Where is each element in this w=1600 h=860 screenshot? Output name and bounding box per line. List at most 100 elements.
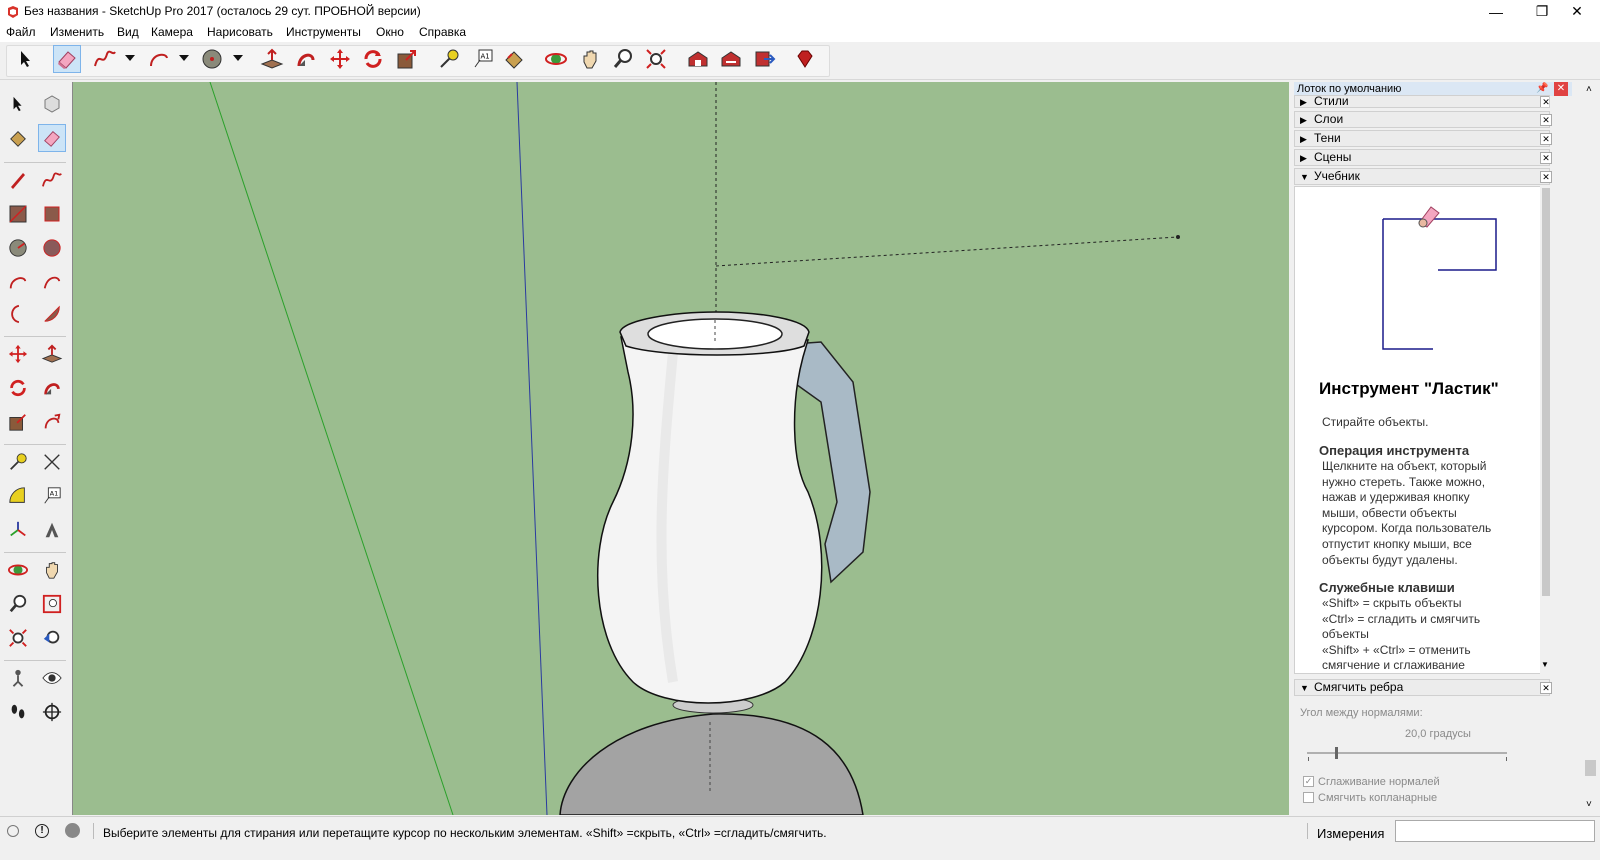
polygon-tool-button[interactable] [38, 234, 66, 262]
scroll-track[interactable] [1584, 98, 1597, 738]
orbit-tool-button[interactable] [542, 45, 570, 73]
look-around-button[interactable] [38, 664, 66, 692]
panel-styles[interactable]: ▶ Стили ✕ [1294, 95, 1550, 108]
zoom-tool-button[interactable] [4, 590, 32, 618]
rotated-rectangle-tool-button[interactable] [38, 200, 66, 228]
panel-scenes[interactable]: ▶ Сцены ✕ [1294, 149, 1552, 166]
model-viewport[interactable] [72, 82, 1289, 815]
move-tool-button[interactable] [4, 340, 32, 368]
warehouse-button[interactable] [684, 45, 712, 73]
position-camera-button[interactable] [4, 664, 32, 692]
section-plane-button[interactable] [38, 698, 66, 726]
pan-tool-button[interactable] [576, 45, 604, 73]
paint-bucket-tool-button[interactable] [4, 124, 32, 152]
zoom-extents-tool-button[interactable] [642, 45, 670, 73]
ruby-console-button[interactable] [791, 45, 819, 73]
dimension-tool-button[interactable] [38, 448, 66, 476]
user-icon[interactable] [65, 823, 80, 838]
close-icon[interactable]: ✕ [1540, 133, 1552, 145]
follow-me-tool-button[interactable] [292, 45, 320, 73]
close-icon[interactable]: ✕ [1540, 171, 1552, 183]
follow-me-tool-button[interactable] [38, 374, 66, 402]
panel-soften-edges[interactable]: ▼ Смягчить ребра ✕ [1294, 679, 1552, 696]
scale-tool-button[interactable] [4, 408, 32, 436]
paint-bucket-tool-button[interactable] [500, 45, 528, 73]
tray-scrollbar[interactable]: ˄ ˅ [1581, 82, 1600, 815]
two-point-arc-tool-button[interactable] [38, 268, 66, 296]
chevron-up-icon[interactable]: ˄ [1586, 84, 1592, 95]
arc-tool-button[interactable] [4, 268, 32, 296]
geo-location-icon[interactable] [7, 825, 19, 837]
tape-measure-tool-button[interactable] [435, 45, 463, 73]
measurements-input[interactable] [1395, 820, 1595, 842]
rotate-tool-button[interactable] [359, 45, 387, 73]
menu-view[interactable]: Вид [117, 25, 139, 39]
menu-file[interactable]: Файл [6, 25, 36, 39]
chevron-down-icon[interactable]: ▼ [1541, 660, 1549, 669]
select-tool-button[interactable] [12, 45, 40, 73]
zoom-window-tool-button[interactable] [38, 590, 66, 618]
menu-camera[interactable]: Камера [151, 25, 193, 39]
menu-edit[interactable]: Изменить [50, 25, 104, 39]
previous-view-button[interactable] [38, 624, 66, 652]
minimize-button[interactable]: — [1473, 0, 1519, 23]
close-button[interactable]: ✕ [1554, 0, 1600, 23]
orbit-tool-button[interactable] [4, 556, 32, 584]
angle-slider-thumb[interactable] [1335, 747, 1338, 759]
scale-tool-button[interactable] [393, 45, 421, 73]
panel-instructor[interactable]: ▼ Учебник ✕ [1294, 168, 1552, 185]
make-component-button[interactable] [38, 90, 66, 118]
smooth-normals-checkbox[interactable]: ✓ [1303, 776, 1314, 787]
pie-tool-button[interactable] [38, 300, 66, 328]
panel-layers[interactable]: ▶ Слои ✕ [1294, 111, 1552, 128]
eraser-tool-button[interactable] [38, 124, 66, 152]
scene-canvas[interactable] [73, 82, 1289, 815]
freehand-tool-button[interactable] [91, 45, 119, 73]
close-icon[interactable]: ✕ [1540, 114, 1552, 126]
scrollbar-thumb[interactable] [1585, 760, 1596, 776]
instructor-scrollbar[interactable]: ▼ [1540, 186, 1552, 674]
three-point-arc-tool-button[interactable] [4, 300, 32, 328]
arc-tool-button[interactable] [145, 45, 173, 73]
chevron-down-icon[interactable]: ˅ [1586, 799, 1592, 810]
pin-icon[interactable]: 📌 [1536, 83, 1548, 94]
walk-button[interactable] [4, 698, 32, 726]
menu-window[interactable]: Окно [376, 25, 404, 39]
select-tool-button[interactable] [4, 90, 32, 118]
close-icon[interactable]: ✕ [1540, 682, 1552, 694]
move-tool-button[interactable] [326, 45, 354, 73]
share-model-button[interactable] [751, 45, 779, 73]
3d-text-tool-button[interactable] [38, 516, 66, 544]
line-tool-button[interactable] [4, 166, 32, 194]
panel-shadows[interactable]: ▶ Тени ✕ [1294, 130, 1552, 147]
eraser-tool-button[interactable] [53, 45, 81, 73]
pan-tool-button[interactable] [38, 556, 66, 584]
chevron-down-icon[interactable] [125, 55, 135, 61]
offset-tool-button[interactable] [38, 408, 66, 436]
chevron-down-icon[interactable] [179, 55, 189, 61]
zoom-tool-button[interactable] [609, 45, 637, 73]
soften-coplanar-checkbox[interactable] [1303, 792, 1314, 803]
rectangle-tool-button[interactable] [4, 200, 32, 228]
menu-help[interactable]: Справка [419, 25, 466, 39]
protractor-tool-button[interactable] [4, 482, 32, 510]
close-icon[interactable]: ✕ [1540, 152, 1552, 164]
menu-tools[interactable]: Инструменты [286, 25, 361, 39]
push-pull-tool-button[interactable] [258, 45, 286, 73]
extension-warehouse-button[interactable] [717, 45, 745, 73]
zoom-extents-tool-button[interactable] [4, 624, 32, 652]
circle-tool-button[interactable] [4, 234, 32, 262]
tape-measure-tool-button[interactable] [4, 448, 32, 476]
chevron-down-icon[interactable] [233, 55, 243, 61]
info-icon[interactable]: ! [35, 824, 49, 838]
scrollbar-thumb[interactable] [1542, 188, 1550, 596]
rotate-tool-button[interactable] [4, 374, 32, 402]
text-tool-button[interactable]: A1 [38, 482, 66, 510]
tray-close-button[interactable]: ✕ [1554, 82, 1568, 96]
circle-tool-button[interactable] [198, 45, 226, 73]
text-tool-button[interactable]: A1 [469, 45, 497, 73]
axes-tool-button[interactable] [4, 516, 32, 544]
close-icon[interactable]: ✕ [1540, 96, 1549, 107]
push-pull-tool-button[interactable] [38, 340, 66, 368]
menu-draw[interactable]: Нарисовать [207, 25, 273, 39]
